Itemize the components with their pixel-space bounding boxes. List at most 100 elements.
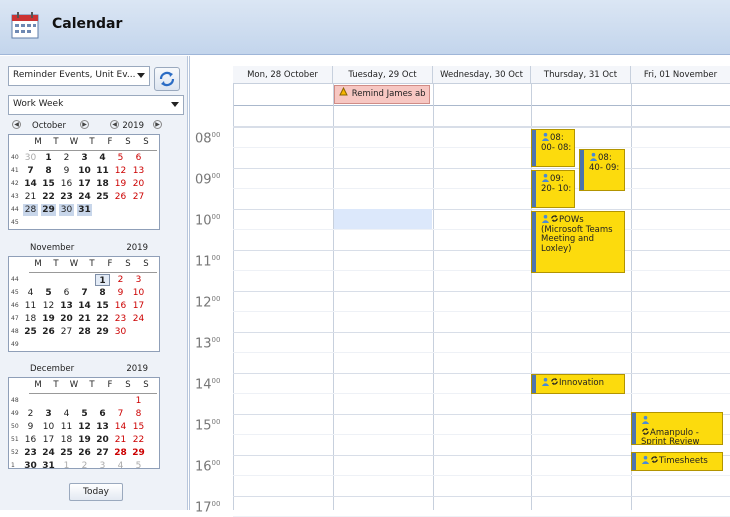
appointment-pows[interactable]: POWs (Microsoft Teams Meeting and Loxley… <box>531 211 625 273</box>
prev-month-button[interactable]: ◀ <box>12 120 21 129</box>
day-header[interactable]: Wednesday, 30 Oct <box>433 66 531 84</box>
calendar-day[interactable]: 14 <box>77 300 92 312</box>
calendar-day[interactable]: 5 <box>41 287 56 299</box>
calendar-day[interactable]: 30 <box>59 204 74 216</box>
calendar-day[interactable]: 19 <box>41 313 56 325</box>
calendar-day[interactable]: 2 <box>59 152 74 164</box>
calendar-day[interactable]: 23 <box>59 191 74 203</box>
day-header[interactable]: Tuesday, 29 Oct <box>333 66 433 84</box>
calendar-day[interactable]: 8 <box>41 165 56 177</box>
calendar-day[interactable]: 27 <box>131 191 146 203</box>
calendar-day[interactable]: 23 <box>113 313 128 325</box>
calendar-day[interactable]: 26 <box>77 447 92 459</box>
calendar-day[interactable]: 16 <box>59 178 74 190</box>
calendar-day[interactable]: 19 <box>77 434 92 446</box>
calendar-day[interactable]: 9 <box>113 287 128 299</box>
calendar-day[interactable]: 21 <box>113 434 128 446</box>
calendar-day[interactable]: 21 <box>77 313 92 325</box>
calendar-day[interactable]: 3 <box>95 460 110 472</box>
calendar-day[interactable]: 19 <box>113 178 128 190</box>
calendar-day[interactable]: 27 <box>95 447 110 459</box>
filter-dropdown[interactable]: Reminder Events, Unit Ev... <box>8 66 150 86</box>
calendar-day[interactable]: 27 <box>59 326 74 338</box>
calendar-day[interactable]: 4 <box>95 152 110 164</box>
calendar-day[interactable]: 7 <box>77 287 92 299</box>
calendar-day[interactable]: 13 <box>131 165 146 177</box>
calendar-day[interactable]: 20 <box>59 313 74 325</box>
appointment-innovation[interactable]: Innovation <box>531 374 625 394</box>
calendar-day[interactable]: 29 <box>95 326 110 338</box>
calendar-day[interactable]: 22 <box>131 434 146 446</box>
appointment-0840[interactable]: 08: 40- 09: <box>579 149 625 191</box>
calendar-day[interactable]: 26 <box>41 326 56 338</box>
calendar-day[interactable]: 1 <box>41 152 56 164</box>
calendar-day[interactable]: 25 <box>95 191 110 203</box>
calendar-day[interactable]: 9 <box>23 421 38 433</box>
day-header[interactable]: Fri, 01 November <box>631 66 730 84</box>
calendar-day[interactable]: 16 <box>113 300 128 312</box>
calendar-day[interactable]: 17 <box>131 300 146 312</box>
calendar-day[interactable]: 30 <box>23 460 38 472</box>
calendar-day[interactable]: 8 <box>95 287 110 299</box>
calendar-day[interactable]: 7 <box>113 408 128 420</box>
calendar-day[interactable]: 22 <box>41 191 56 203</box>
selected-time-slot[interactable] <box>334 209 432 229</box>
calendar-day[interactable]: 5 <box>77 408 92 420</box>
calendar-day[interactable]: 5 <box>131 460 146 472</box>
calendar-day[interactable]: 18 <box>59 434 74 446</box>
calendar-day[interactable]: 21 <box>23 191 38 203</box>
calendar-day[interactable]: 22 <box>95 313 110 325</box>
calendar-day[interactable]: 13 <box>95 421 110 433</box>
calendar-day[interactable]: 8 <box>131 408 146 420</box>
calendar-day[interactable]: 5 <box>113 152 128 164</box>
calendar-day[interactable]: 15 <box>95 300 110 312</box>
calendar-day[interactable]: 24 <box>131 313 146 325</box>
calendar-day[interactable]: 17 <box>41 434 56 446</box>
next-year-button[interactable]: ▶ <box>153 120 162 129</box>
calendar-day[interactable]: 11 <box>95 165 110 177</box>
calendar-day[interactable]: 6 <box>59 287 74 299</box>
calendar-day[interactable]: 6 <box>95 408 110 420</box>
calendar-day[interactable]: 31 <box>41 460 56 472</box>
calendar-day[interactable]: 2 <box>77 460 92 472</box>
calendar-day[interactable]: 10 <box>41 421 56 433</box>
appointment-timesheets[interactable]: Timesheets <box>631 452 723 471</box>
calendar-day[interactable]: 31 <box>77 204 92 216</box>
calendar-day[interactable]: 7 <box>23 165 38 177</box>
calendar-day[interactable]: 3 <box>131 274 146 286</box>
calendar-day[interactable]: 28 <box>77 326 92 338</box>
calendar-day[interactable]: 30 <box>23 152 38 164</box>
calendar-day[interactable]: 12 <box>77 421 92 433</box>
calendar-day[interactable]: 14 <box>23 178 38 190</box>
calendar-day[interactable]: 20 <box>131 178 146 190</box>
appointment-sprint-review[interactable]: Amanpulo - Sprint Review <box>631 412 723 445</box>
calendar-day[interactable]: 11 <box>59 421 74 433</box>
reminder-event[interactable]: Remind James ab <box>334 85 430 104</box>
calendar-day[interactable]: 1 <box>95 274 110 286</box>
calendar-day[interactable]: 24 <box>41 447 56 459</box>
appointment-0920[interactable]: 09: 20- 10: <box>531 170 575 208</box>
calendar-day[interactable]: 9 <box>59 165 74 177</box>
calendar-day[interactable]: 14 <box>113 421 128 433</box>
calendar-day[interactable]: 23 <box>23 447 38 459</box>
calendar-day[interactable]: 2 <box>113 274 128 286</box>
calendar-day[interactable]: 4 <box>113 460 128 472</box>
calendar-day[interactable]: 28 <box>113 447 128 459</box>
calendar-day[interactable]: 2 <box>23 408 38 420</box>
calendar-day[interactable]: 3 <box>41 408 56 420</box>
view-dropdown[interactable]: Work Week <box>8 95 184 115</box>
calendar-day[interactable]: 1 <box>131 395 146 407</box>
calendar-day[interactable]: 29 <box>41 204 56 216</box>
calendar-day[interactable]: 15 <box>131 421 146 433</box>
calendar-day[interactable]: 30 <box>113 326 128 338</box>
calendar-day[interactable]: 18 <box>95 178 110 190</box>
calendar-day[interactable]: 25 <box>59 447 74 459</box>
calendar-day[interactable]: 18 <box>23 313 38 325</box>
calendar-day[interactable]: 15 <box>41 178 56 190</box>
calendar-day[interactable]: 11 <box>23 300 38 312</box>
day-header[interactable]: Mon, 28 October <box>233 66 333 84</box>
day-header[interactable]: Thursday, 31 Oct <box>531 66 631 84</box>
today-button[interactable]: Today <box>69 483 123 501</box>
calendar-day[interactable]: 29 <box>131 447 146 459</box>
calendar-day[interactable]: 4 <box>23 287 38 299</box>
